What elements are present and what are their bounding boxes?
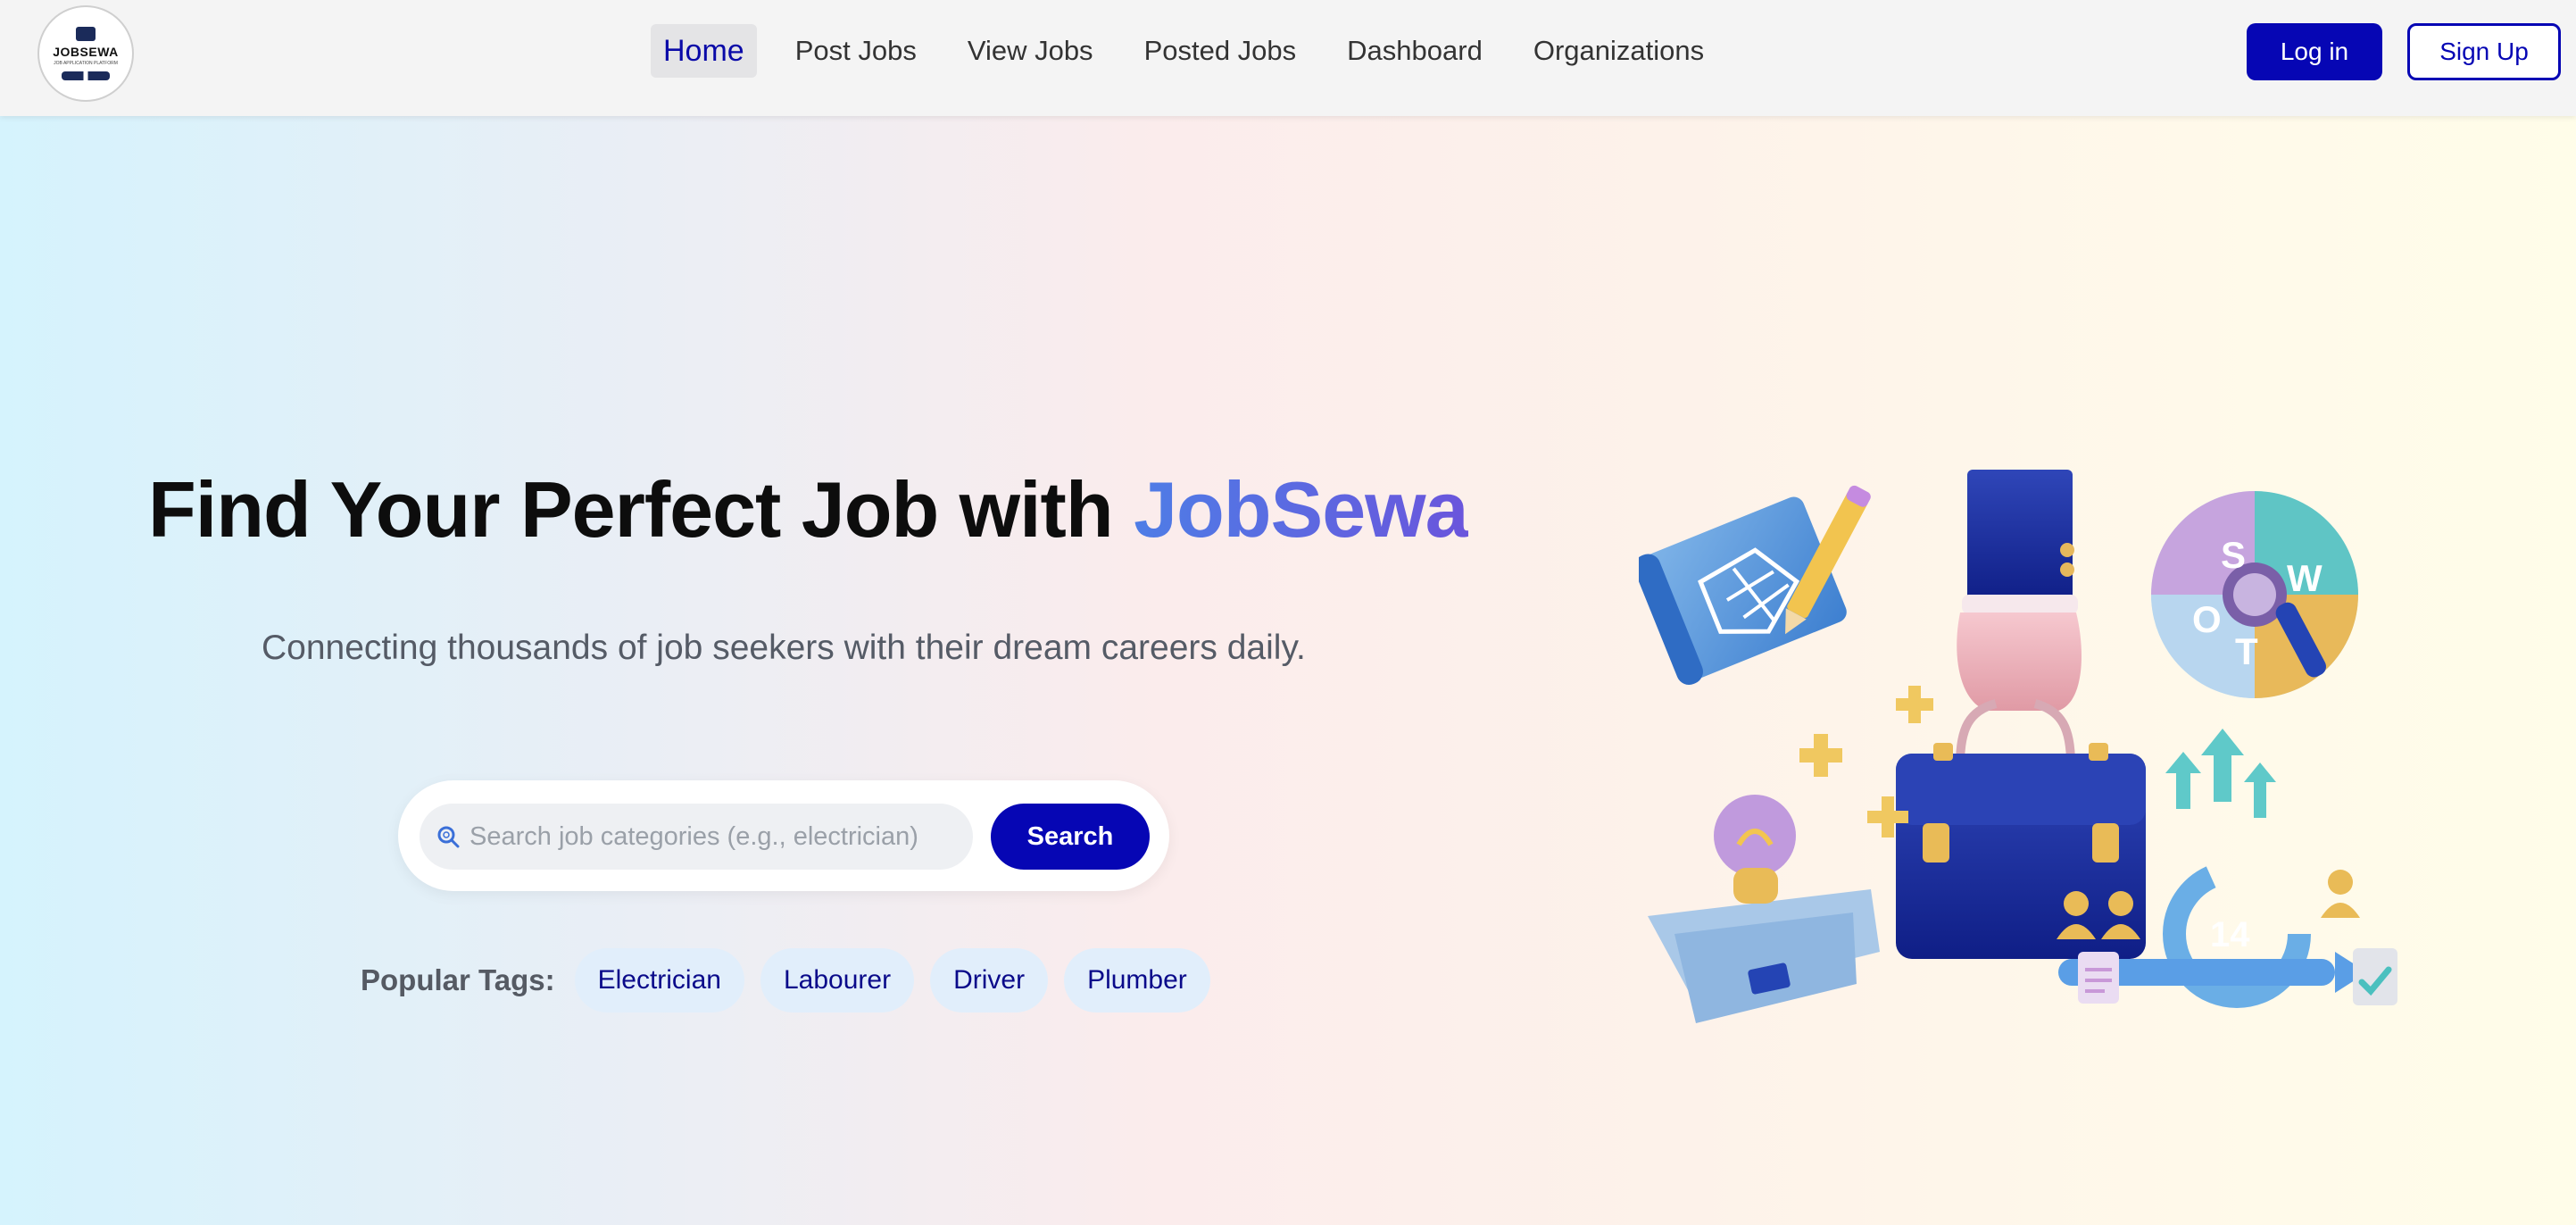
- search-bar: Search: [398, 780, 1169, 891]
- nav-post-jobs[interactable]: Post Jobs: [783, 24, 929, 78]
- signup-button[interactable]: Sign Up: [2407, 23, 2561, 80]
- logo-name: JOBSEWA: [53, 45, 119, 59]
- tag-labourer[interactable]: Labourer: [760, 948, 915, 1012]
- main-nav: Home Post Jobs View Jobs Posted Jobs Das…: [651, 24, 1742, 78]
- nav-view-jobs[interactable]: View Jobs: [955, 24, 1106, 78]
- lightbulb-box-icon: [1648, 795, 1880, 1023]
- tag-driver[interactable]: Driver: [930, 948, 1049, 1012]
- document-icon: [2078, 952, 2119, 1004]
- login-button[interactable]: Log in: [2247, 23, 2382, 80]
- hero-subtitle: Connecting thousands of job seekers with…: [262, 629, 1306, 667]
- nav-dashboard[interactable]: Dashboard: [1334, 24, 1495, 78]
- nav-home[interactable]: Home: [651, 24, 757, 78]
- search-button[interactable]: Search: [991, 804, 1150, 870]
- popular-tags: Popular Tags: Electrician Labourer Drive…: [361, 948, 1226, 1012]
- handshake-icon: [62, 71, 110, 80]
- popular-tags-label: Popular Tags:: [361, 963, 555, 996]
- hero-illustration: S W O T 14: [1639, 470, 2397, 1023]
- search-input[interactable]: [469, 804, 960, 870]
- calendar-number: 14: [2210, 915, 2250, 954]
- swot-letter-o: O: [2192, 598, 2222, 640]
- search-icon: [437, 826, 460, 848]
- hero-title-prefix: Find Your Perfect Job with: [148, 465, 1134, 554]
- hero-title-brand: JobSewa: [1134, 465, 1468, 554]
- navbar: JOBSEWA JOB APPLICATION PLATFORM Home Po…: [0, 0, 2576, 116]
- page-background: JOBSEWA JOB APPLICATION PLATFORM Home Po…: [0, 0, 2576, 1225]
- swot-letter-t: T: [2235, 630, 2258, 672]
- logo-tagline: JOB APPLICATION PLATFORM: [54, 61, 118, 66]
- swot-letter-s: S: [2221, 534, 2246, 576]
- hero-title: Find Your Perfect Job with JobSewa: [148, 464, 1469, 555]
- briefcase-icon: [76, 27, 96, 41]
- tag-plumber[interactable]: Plumber: [1064, 948, 1210, 1012]
- briefcase-icon: [1896, 470, 2146, 959]
- checklist-icon: [2353, 948, 2397, 1005]
- growth-arrows-icon: [2165, 729, 2276, 818]
- jobsewa-logo[interactable]: JOBSEWA JOB APPLICATION PLATFORM: [37, 5, 134, 102]
- swot-chart-icon: S W O T: [2151, 491, 2358, 698]
- search-field[interactable]: [420, 804, 973, 870]
- tag-electrician[interactable]: Electrician: [574, 948, 744, 1012]
- nav-posted-jobs[interactable]: Posted Jobs: [1132, 24, 1309, 78]
- nav-organizations[interactable]: Organizations: [1521, 24, 1716, 78]
- swot-letter-w: W: [2287, 557, 2323, 599]
